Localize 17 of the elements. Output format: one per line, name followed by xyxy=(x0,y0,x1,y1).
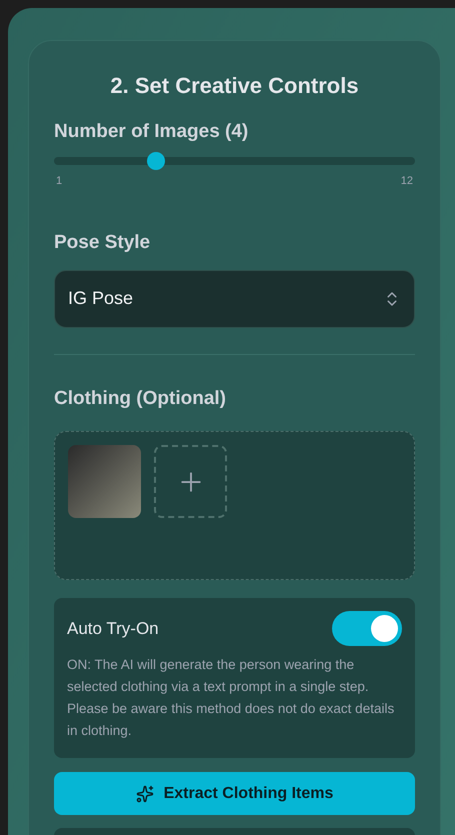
slider-min-label: 1 xyxy=(56,174,62,188)
slider[interactable] xyxy=(54,152,415,170)
pose-style-select[interactable]: IG Pose xyxy=(54,270,415,328)
toggle-knob xyxy=(371,615,398,642)
extract-clothing-button[interactable]: Extract Clothing Items xyxy=(54,772,415,815)
auto-try-on-label: Auto Try-On xyxy=(67,618,159,640)
pose-style-label: Pose Style xyxy=(54,231,152,255)
slider-max-label: 12 xyxy=(400,174,413,188)
clothing-drop-area[interactable] xyxy=(54,431,415,580)
sparkles-icon xyxy=(136,784,154,802)
auto-try-on-description: ON: The AI will generate the person wearing the selected clothing via a text prompt in a single step. Please be aware this method does not do exact details in clothing. xyxy=(67,656,396,740)
add-clothing-button[interactable] xyxy=(154,445,227,518)
slider-label: Number of Images (4) xyxy=(54,120,250,144)
panel-title: 2. Set Creative Controls xyxy=(109,72,360,100)
clothing-label: Clothing (Optional) xyxy=(54,386,228,410)
slider-thumb[interactable] xyxy=(146,152,165,170)
toggle-switch[interactable] xyxy=(332,611,402,646)
